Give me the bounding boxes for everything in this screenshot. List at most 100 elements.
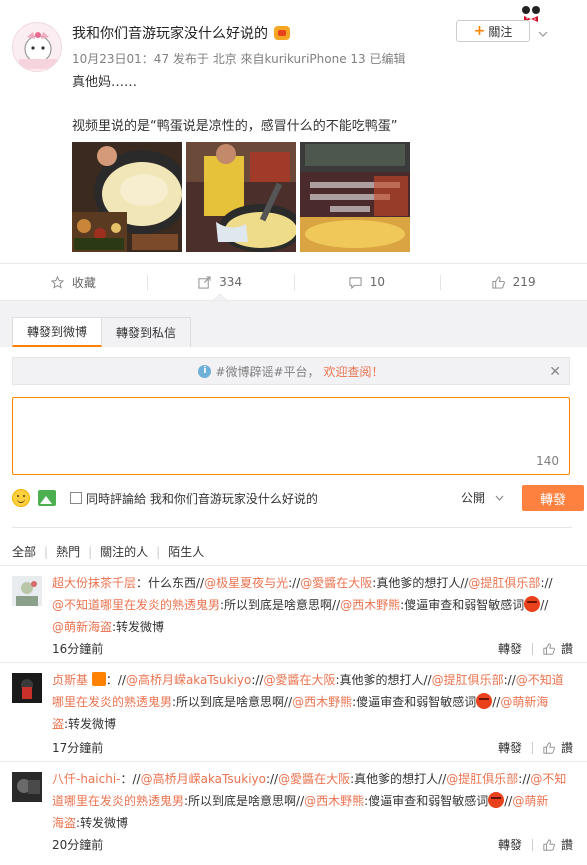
mention-link[interactable]: @高桥月嵘akaTsukiyo bbox=[141, 772, 266, 786]
repost-count: 334 bbox=[219, 275, 243, 289]
comment-count: 10 bbox=[369, 275, 386, 289]
user-name[interactable]: 八仟-haichi- bbox=[52, 772, 121, 786]
text-fragment: :转发微博 bbox=[112, 620, 165, 634]
mention-link[interactable]: @西木野熊 bbox=[292, 695, 352, 709]
close-icon[interactable]: ✕ bbox=[549, 364, 561, 380]
mention-link[interactable]: @提肛俱乐部 bbox=[468, 576, 540, 590]
weibo-post: 我和你们音游玩家没什么好说的 + 關注 10月23日01：47 发布于 北京 來… bbox=[0, 0, 587, 263]
repost-item: 贞斯基 ：//@高桥月嵘akaTsukiyo://@愛醬在大阪:真他爹的想打人/… bbox=[0, 663, 587, 762]
repost-form: i #微博辟谣#平台， 欢迎查阅！ ✕ 140 同時評論給 我和你们音游玩家没什么… bbox=[0, 347, 587, 865]
text-fragment: :傻逼审查和弱智敏感词 bbox=[364, 794, 489, 808]
thumbs-up-icon[interactable] bbox=[543, 741, 555, 754]
mention-link[interactable]: @萌新 bbox=[512, 794, 548, 808]
mention-link[interactable]: @愛醬在大阪 bbox=[300, 576, 372, 590]
post-image[interactable] bbox=[300, 142, 410, 252]
mention-link[interactable]: @不知道 bbox=[516, 673, 564, 687]
repost-item: 八仟-haichi-：//@高桥月嵘akaTsukiyo://@愛醬在大阪:真他… bbox=[0, 762, 587, 860]
like-action[interactable]: 讚 bbox=[561, 836, 573, 853]
repost-tabs: 轉發到微博 轉發到私信 bbox=[12, 317, 192, 347]
repost-time: 17分鐘前 bbox=[52, 741, 104, 755]
post-content-line: 真他妈…… bbox=[72, 75, 138, 90]
filter-following[interactable]: 關注的人 bbox=[100, 543, 148, 560]
mention-link[interactable]: 哪里在发炎的熟透鬼男 bbox=[52, 695, 172, 709]
post-image[interactable] bbox=[186, 142, 296, 252]
favorite-label: 收藏 bbox=[71, 275, 96, 290]
mention-link[interactable]: @愛醬在大阪 bbox=[263, 673, 335, 687]
also-comment-checkbox[interactable] bbox=[70, 492, 82, 504]
favorite-button[interactable]: 收藏 bbox=[0, 264, 147, 300]
like-button[interactable]: 219 bbox=[440, 264, 587, 300]
mention-link[interactable]: @愛醬在大阪 bbox=[278, 772, 350, 786]
mention-link[interactable]: @提肛俱乐部 bbox=[432, 673, 504, 687]
repost-action[interactable]: 轉發 bbox=[498, 836, 522, 853]
repost-list: 超大份抹茶千层：什么东西//@极星夏夜与光://@愛醬在大阪:真他爹的想打人//… bbox=[0, 565, 587, 860]
fan-badge-icon bbox=[91, 672, 106, 686]
filter-separator: | bbox=[44, 544, 49, 559]
user-avatar[interactable] bbox=[12, 576, 42, 606]
filter-all[interactable]: 全部 bbox=[12, 543, 36, 560]
text-fragment: ：// bbox=[105, 673, 126, 687]
post-image[interactable] bbox=[72, 142, 182, 252]
user-avatar[interactable] bbox=[12, 772, 42, 802]
separator bbox=[531, 838, 533, 851]
follow-button[interactable]: + 關注 bbox=[456, 20, 530, 42]
repost-time: 16分鐘前 bbox=[52, 642, 104, 656]
user-avatar[interactable] bbox=[12, 673, 42, 703]
like-action[interactable]: 讚 bbox=[561, 739, 573, 756]
mention-link[interactable]: 盗 bbox=[52, 717, 64, 731]
thumbs-up-icon[interactable] bbox=[543, 838, 555, 851]
text-fragment: :// bbox=[503, 673, 516, 687]
also-comment-label: 同時評論給 我和你们音游玩家没什么好说的 bbox=[86, 491, 318, 506]
repost-button[interactable]: 334 bbox=[146, 264, 294, 301]
separator bbox=[531, 741, 533, 754]
repost-action[interactable]: 轉發 bbox=[498, 640, 522, 657]
submit-repost-button[interactable]: 轉發 bbox=[522, 485, 584, 511]
visibility-select[interactable]: 公開 bbox=[461, 489, 504, 506]
user-name[interactable]: 超大份抹茶千层 bbox=[52, 576, 136, 590]
text-fragment: :// bbox=[265, 772, 279, 786]
text-fragment: :所以到底是啥意思啊// bbox=[184, 794, 305, 808]
separator bbox=[531, 642, 533, 655]
mention-link[interactable]: @不知道哪里在发炎的熟透鬼男 bbox=[52, 598, 220, 612]
repost-textarea[interactable]: 140 bbox=[12, 397, 570, 475]
mention-link[interactable]: @极星夏夜与光 bbox=[204, 576, 288, 590]
chevron-down-icon[interactable] bbox=[538, 27, 548, 37]
repost-text: 超大份抹茶千层：什么东西//@极星夏夜与光://@愛醬在大阪:真他爹的想打人//… bbox=[52, 572, 572, 638]
text-fragment: :所以到底是啥意思啊// bbox=[220, 598, 341, 612]
post-meta: 10月23日01：47 发布于 北京 來自kurikuriPhone 13 已编… bbox=[72, 52, 406, 66]
repost-actions: 轉發 讚 bbox=[498, 739, 573, 756]
text-fragment: :转发微博 bbox=[76, 816, 129, 830]
author-name[interactable]: 我和你们音游玩家没什么好说的 bbox=[72, 23, 268, 43]
tab-repost-message[interactable]: 轉發到私信 bbox=[102, 317, 192, 347]
mention-link[interactable]: @萌新海盗 bbox=[52, 620, 112, 634]
mention-link[interactable]: @西木野熊 bbox=[340, 598, 400, 612]
emoji-icon[interactable] bbox=[12, 489, 30, 507]
visibility-label: 公開 bbox=[461, 491, 486, 505]
mention-link[interactable]: 道哪里在发炎的熟透鬼男 bbox=[52, 794, 184, 808]
text-fragment: // bbox=[540, 598, 549, 612]
mention-link[interactable]: @萌新海 bbox=[500, 695, 548, 709]
thumbs-up-icon[interactable] bbox=[543, 642, 555, 655]
thumbs-up-icon bbox=[492, 275, 505, 289]
post-content-line: 视频里说的是“鸭蛋说是凉性的，感冒什么的不能吃鸭蛋” bbox=[72, 119, 398, 134]
user-name[interactable]: 贞斯基 bbox=[52, 673, 88, 687]
text-fragment: :// bbox=[518, 772, 531, 786]
like-action[interactable]: 讚 bbox=[561, 640, 573, 657]
filter-strangers[interactable]: 陌生人 bbox=[168, 543, 204, 560]
plus-icon: + bbox=[473, 23, 486, 39]
post-images bbox=[72, 142, 410, 252]
mention-link[interactable]: @提肛俱乐部 bbox=[446, 772, 518, 786]
author-avatar[interactable] bbox=[12, 22, 62, 72]
mention-link[interactable]: @不知 bbox=[530, 772, 566, 786]
comment-button[interactable]: 10 bbox=[293, 264, 441, 300]
text-fragment: :傻逼审查和弱智敏感词 bbox=[400, 598, 525, 612]
filter-hot[interactable]: 熱門 bbox=[56, 543, 80, 560]
notice-link[interactable]: 欢迎查阅！ bbox=[324, 363, 384, 380]
mention-link[interactable]: @西木野熊 bbox=[304, 794, 364, 808]
image-icon[interactable] bbox=[38, 490, 56, 506]
repost-action[interactable]: 轉發 bbox=[498, 739, 522, 756]
mention-link[interactable]: @高桥月嵘akaTsukiyo bbox=[126, 673, 251, 687]
tab-repost-weibo[interactable]: 轉發到微博 bbox=[12, 317, 103, 347]
text-fragment: :// bbox=[288, 576, 301, 590]
mention-link[interactable]: 海盗 bbox=[52, 816, 76, 830]
